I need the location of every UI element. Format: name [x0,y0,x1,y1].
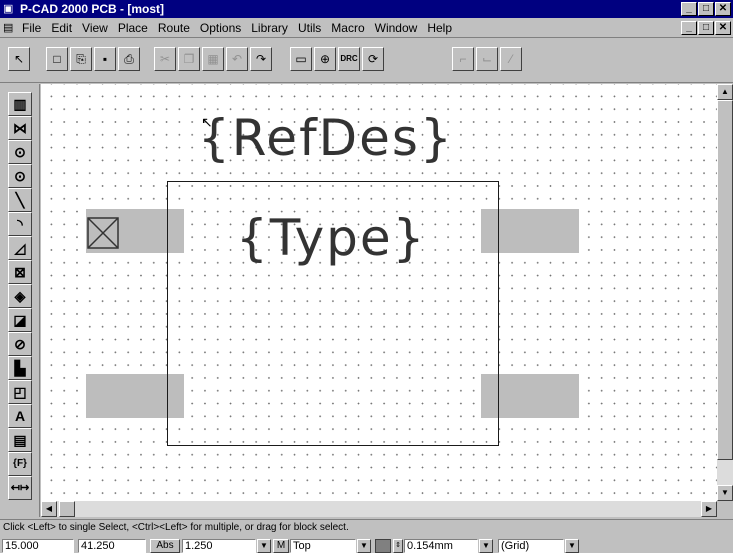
place-pad-button[interactable]: ⊙ [8,140,32,164]
route-tool-1-button[interactable]: ⌐ [452,47,474,71]
menu-window[interactable]: Window [375,21,418,35]
redo-button[interactable]: ↷ [250,47,272,71]
layer-color-swatch[interactable] [375,539,391,553]
place-field-button[interactable]: {F} [8,452,32,476]
pcad-app-icon[interactable]: ▣ [3,2,17,16]
grid-dropdown-arrow-icon[interactable]: ▼ [257,539,271,553]
menu-help[interactable]: Help [427,21,452,35]
place-prohibit-button[interactable]: ⊘ [8,332,32,356]
menu-file[interactable]: File [22,21,41,35]
place-keepout-button[interactable]: ⊠ [8,260,32,284]
grid-spacing-field[interactable]: 1.250 [182,539,256,553]
doc-maximize-button[interactable]: □ [698,21,714,35]
width-spinner-icon[interactable]: ⇕ [393,539,403,553]
menu-options[interactable]: Options [200,21,241,35]
route-tool-3-button[interactable]: ⁄ [500,47,522,71]
document-window-controls: _ □ ✕ [681,21,731,35]
place-via-button[interactable]: ⊙ [8,164,32,188]
place-cutout-button[interactable]: ◪ [8,308,32,332]
place-line-button[interactable]: ╲ [8,188,32,212]
place-component-button[interactable]: ▥ [8,92,32,116]
menu-list: File Edit View Place Route Options Libra… [22,21,452,35]
zoom-button[interactable]: ⊕ [314,47,336,71]
refdes-attribute[interactable]: {RefDes} [198,108,454,168]
pcb-canvas[interactable]: {RefDes} {Type} ↖ [41,84,717,501]
placement-toolbar: ▥ ⋈ ⊙ ⊙ ╲ ◝ ◿ ⊠ ◈ ◪ ⊘ ▙ ◰ A ▤ {F} ↤↦ [0,84,40,517]
doc-close-button[interactable]: ✕ [715,21,731,35]
open-file-button[interactable]: ⎘ [70,47,92,71]
vertical-scrollbar[interactable]: ▲ ▼ [717,84,733,501]
place-polygon-button[interactable]: ◿ [8,236,32,260]
doc-minimize-button[interactable]: _ [681,21,697,35]
copy-button[interactable]: ❐ [178,47,200,71]
place-connection-button[interactable]: ⋈ [8,116,32,140]
select-tool-button[interactable]: ↖ [8,47,30,71]
place-text-button[interactable]: A [8,404,32,428]
line-width-field[interactable]: 0.154mm [404,539,478,553]
window-title: P-CAD 2000 PCB - [most] [20,2,165,16]
menu-bar: ▤ File Edit View Place Route Options Lib… [0,18,733,38]
menu-edit[interactable]: Edit [51,21,72,35]
new-file-button[interactable]: □ [46,47,68,71]
scroll-left-arrow-icon[interactable]: ◀ [41,501,57,517]
menu-place[interactable]: Place [118,21,148,35]
pin-one-marker-icon [87,217,119,249]
title-bar: ▣ P-CAD 2000 PCB - [most] _ □ ✕ [0,0,733,18]
document-icon[interactable]: ▤ [3,21,17,35]
route-tool-2-button[interactable]: ⌙ [476,47,498,71]
layer-select[interactable]: Top [290,539,356,553]
vertical-scroll-thumb[interactable] [717,100,733,460]
save-button[interactable]: ▪ [94,47,116,71]
place-copper-pour-button[interactable]: ◈ [8,284,32,308]
place-arc-button[interactable]: ◝ [8,212,32,236]
close-button[interactable]: ✕ [715,2,731,16]
maximize-button[interactable]: □ [698,2,714,16]
scroll-up-arrow-icon[interactable]: ▲ [717,84,733,100]
menu-route[interactable]: Route [158,21,190,35]
drc-button[interactable]: DRC [338,47,360,71]
line-width-dropdown-arrow-icon[interactable]: ▼ [479,539,493,553]
scroll-down-arrow-icon[interactable]: ▼ [717,485,733,501]
type-attribute[interactable]: {Type} [236,208,426,268]
redraw-button[interactable]: ⟳ [362,47,384,71]
menu-library[interactable]: Library [251,21,288,35]
place-dimension-button[interactable]: ↤↦ [8,476,32,500]
absolute-toggle-button[interactable]: Abs [150,539,180,553]
scroll-right-arrow-icon[interactable]: ▶ [701,501,717,517]
measure-button[interactable]: ▭ [290,47,312,71]
status-bar: 15.000 41.250 Abs 1.250 ▼ M Top ▼ ⇕ 0.15… [0,536,733,553]
grid-mode-dropdown-arrow-icon[interactable]: ▼ [565,539,579,553]
x-coordinate-field: 15.000 [2,539,74,553]
place-attribute-button[interactable]: ▤ [8,428,32,452]
horizontal-scroll-thumb[interactable] [59,501,75,517]
main-toolbar: ↖ □ ⎘ ▪ ⎙ ✂ ❐ ▦ ↶ ↷ ▭ ⊕ DRC ⟳ ⌐ ⌙ ⁄ [0,39,733,83]
grid-mode-select[interactable]: (Grid) [498,539,564,553]
status-message: Click <Left> to single Select, <Ctrl><Le… [0,519,733,535]
cut-button[interactable]: ✂ [154,47,176,71]
paste-button[interactable]: ▦ [202,47,224,71]
place-plane-button[interactable]: ▙ [8,356,32,380]
window-controls: _ □ ✕ [681,2,731,16]
minimize-button[interactable]: _ [681,2,697,16]
mouse-cursor-icon: ↖ [201,114,213,130]
menu-view[interactable]: View [82,21,108,35]
undo-button[interactable]: ↶ [226,47,248,71]
y-coordinate-field: 41.250 [78,539,146,553]
layer-dropdown-arrow-icon[interactable]: ▼ [357,539,371,553]
place-room-button[interactable]: ◰ [8,380,32,404]
metric-toggle-button[interactable]: M [273,539,289,553]
print-button[interactable]: ⎙ [118,47,140,71]
menu-utils[interactable]: Utils [298,21,321,35]
horizontal-scrollbar[interactable]: ◀ ▶ [41,501,717,517]
menu-macro[interactable]: Macro [331,21,364,35]
